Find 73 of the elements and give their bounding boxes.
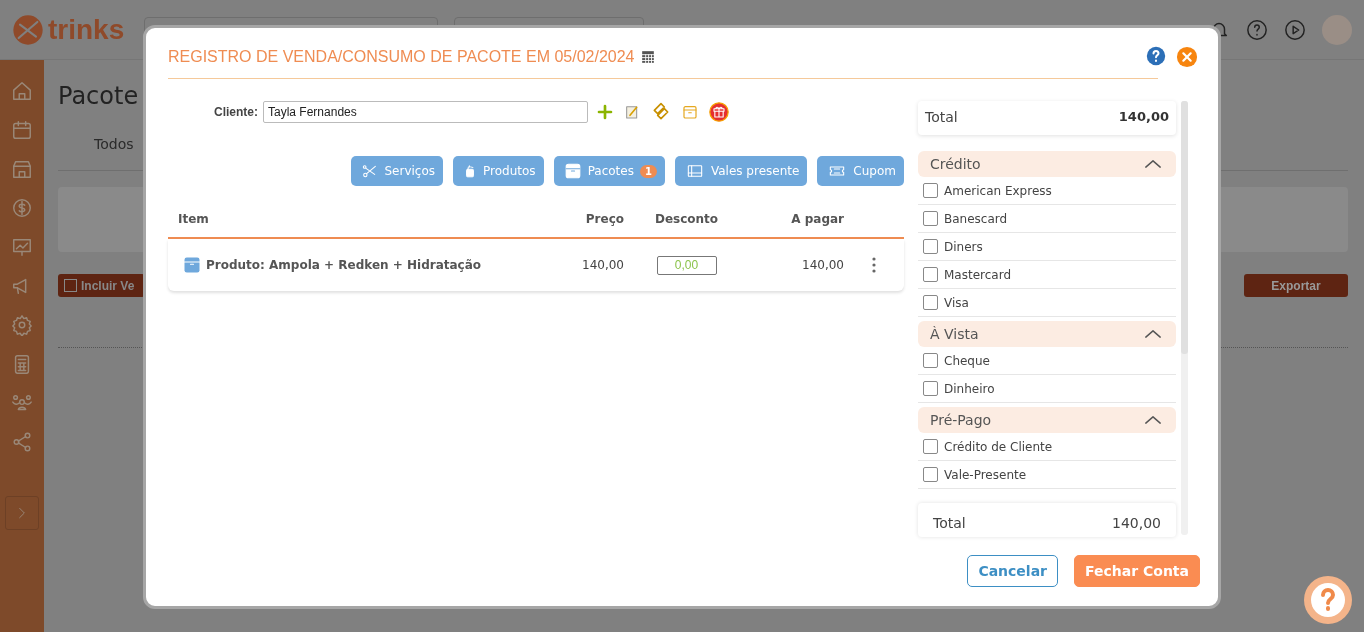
client-label: Cliente: xyxy=(214,105,258,119)
payment-group-header[interactable]: Pré-Pago xyxy=(918,407,1176,433)
help-icon[interactable] xyxy=(1146,46,1166,66)
total-label: Total xyxy=(933,515,966,531)
logo-text: trinks xyxy=(48,13,125,46)
edit-note-icon[interactable] xyxy=(624,104,640,120)
item-type-button[interactable]: Cupom xyxy=(817,156,904,186)
cancel-button[interactable]: Cancelar xyxy=(967,555,1058,587)
chevron-up-icon xyxy=(1144,415,1162,425)
add-button[interactable]: Incluir Ve xyxy=(58,274,145,297)
checkbox[interactable] xyxy=(923,381,938,396)
checkbox[interactable] xyxy=(923,353,938,368)
store-icon[interactable] xyxy=(11,158,33,180)
box-icon xyxy=(563,162,582,180)
checkbox[interactable] xyxy=(923,467,938,482)
price-cell-text: 140,00 xyxy=(581,258,624,272)
item-type-button[interactable]: Vales presente xyxy=(674,156,808,186)
column-header: Desconto xyxy=(653,211,720,226)
payment-method-label: Mastercard xyxy=(944,267,1011,282)
checkbox[interactable] xyxy=(923,295,938,310)
close-account-button[interactable]: Fechar Conta xyxy=(1074,555,1200,587)
client-field[interactable]: Tayla Fernandes xyxy=(263,101,588,123)
scrollbar[interactable] xyxy=(1181,101,1188,535)
calendar-icon[interactable] xyxy=(640,50,655,64)
scissors-icon xyxy=(360,163,379,179)
payment-method-label: Dinheiro xyxy=(944,381,995,396)
total-label: Total xyxy=(925,109,958,127)
more-options-icon[interactable] xyxy=(872,256,876,274)
home-icon[interactable] xyxy=(11,80,33,102)
checkbox[interactable] xyxy=(923,211,938,226)
help-bubble-icon[interactable] xyxy=(1303,575,1353,625)
payment-method-label: Vale-Presente xyxy=(944,467,1027,482)
column-header: Preço xyxy=(584,211,624,226)
dialog-title: REGISTRO DE VENDA/CONSUMO DE PACOTE EM 05/02/2024 xyxy=(168,48,635,66)
item-type-button[interactable]: Serviços xyxy=(350,156,444,186)
box-icon[interactable] xyxy=(682,104,698,120)
checkbox[interactable] xyxy=(923,239,938,254)
settings-icon[interactable] xyxy=(11,314,33,336)
column-header: Item xyxy=(177,211,210,226)
chart-icon[interactable] xyxy=(11,236,33,258)
page-title: Pacote xyxy=(58,82,139,110)
tab[interactable]: Todos xyxy=(94,136,134,152)
help-icon[interactable] xyxy=(1246,18,1268,41)
count-badge: 1 xyxy=(639,164,657,178)
discount-field[interactable]: 0,00 xyxy=(656,255,717,275)
dollar-icon[interactable] xyxy=(11,197,33,219)
plus-icon[interactable] xyxy=(597,104,613,120)
payment-method-label: Diners xyxy=(944,239,983,254)
chevron-up-icon xyxy=(1144,329,1162,339)
payment-method-label: Cheque xyxy=(944,353,990,368)
payment-method-label: American Express xyxy=(944,183,1052,198)
item-type-button[interactable]: Pacotes 1 xyxy=(553,156,665,186)
payment-method-label: Visa xyxy=(944,295,969,310)
checkbox[interactable] xyxy=(923,267,938,282)
chevron-up-icon xyxy=(1144,159,1162,169)
payment-method-label: Crédito de Cliente xyxy=(944,439,1053,454)
share-icon[interactable] xyxy=(11,431,33,453)
box-icon xyxy=(183,256,201,274)
payment-method-label: Banescard xyxy=(944,211,1008,226)
close-icon[interactable] xyxy=(1176,46,1198,68)
checkbox[interactable] xyxy=(923,439,938,454)
item-type-button[interactable]: Produtos xyxy=(453,156,544,186)
total-value: 140,00 xyxy=(1112,515,1161,531)
play-icon[interactable] xyxy=(1284,18,1306,41)
gift-icon[interactable] xyxy=(709,102,729,122)
payment-group-header[interactable]: À Vista xyxy=(918,321,1176,347)
total-value: 140,00 xyxy=(1118,109,1169,126)
export-button[interactable]: Exportar xyxy=(1244,274,1348,297)
checkbox[interactable] xyxy=(923,183,938,198)
item-name: Produto: Ampola + Redken + Hidratação xyxy=(206,258,482,272)
payment-group-header[interactable]: Crédito xyxy=(918,151,1176,177)
column-header: A pagar xyxy=(790,211,844,226)
amount-cell-text: 140,00 xyxy=(801,258,844,272)
